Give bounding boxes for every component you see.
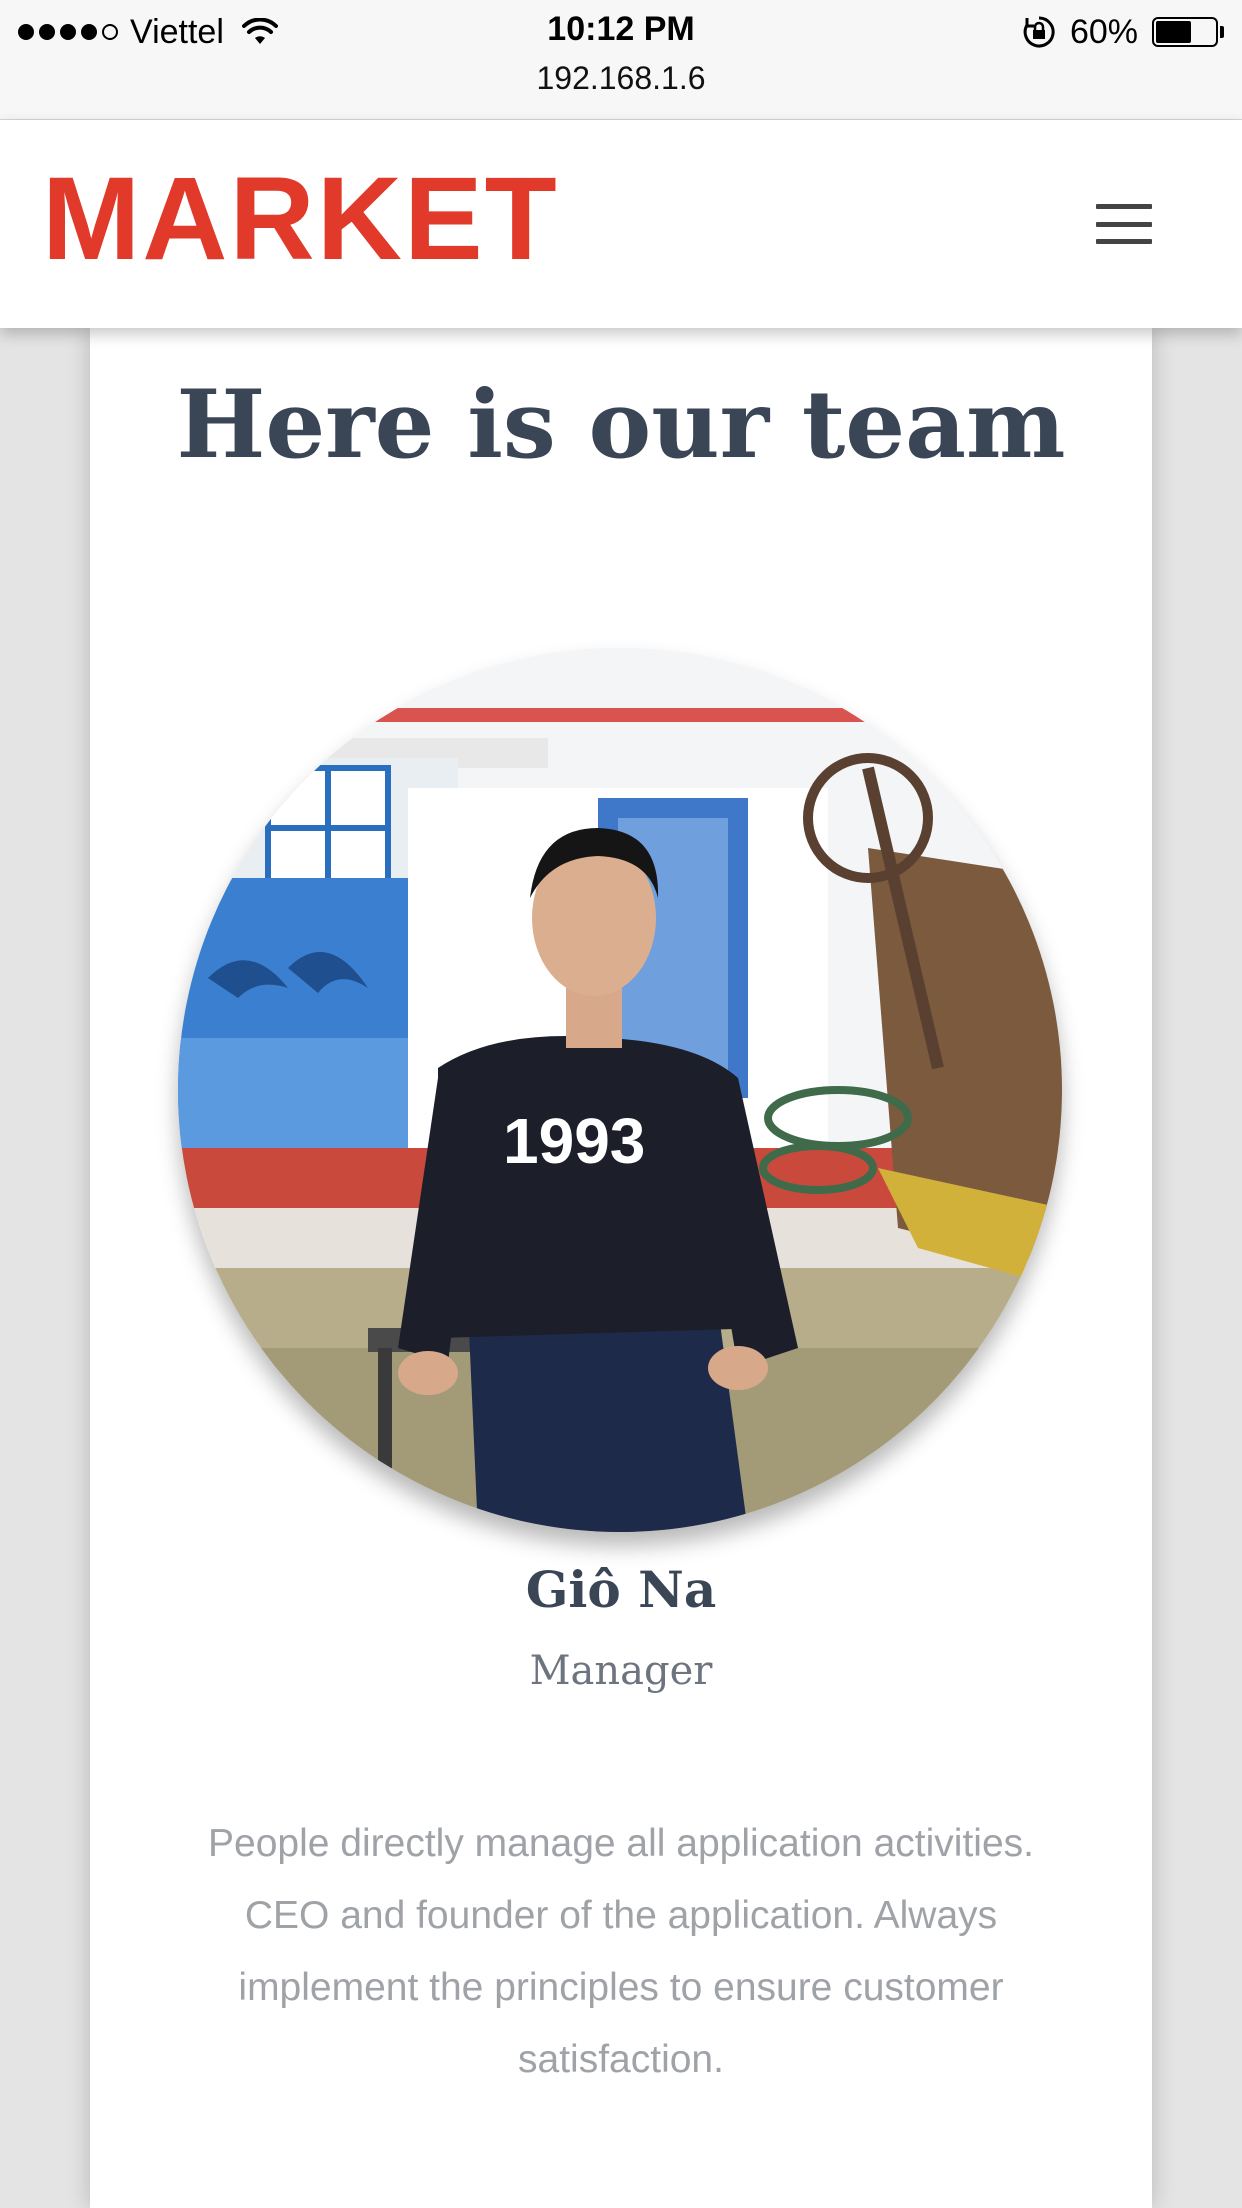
rotation-lock-icon [1023, 16, 1055, 48]
member-description: People directly manage all application a… [208, 1822, 1034, 2081]
battery-icon [1152, 17, 1224, 47]
team-member-photo: 1993 [178, 648, 1062, 1532]
photo-scene: 1993 [178, 648, 1062, 1532]
battery-info: 60% [1022, 10, 1224, 54]
member-name: Giô Na [525, 1560, 717, 1619]
shirt-print: 1993 [503, 1105, 645, 1177]
status-bar: Viettel 10:12 PM 192.168.1.6 60% [0, 0, 1242, 120]
section-title: Here is our team [176, 370, 1066, 480]
hamburger-menu-icon[interactable] [1096, 204, 1152, 244]
battery-percent: 60% [1069, 12, 1138, 51]
member-role: Manager [529, 1648, 713, 1694]
address-bar-url[interactable]: 192.168.1.6 [0, 60, 1242, 97]
site-header: MARKET [0, 120, 1242, 328]
market-logo[interactable]: MARKET [42, 160, 559, 278]
team-card: Here is our team 1993 Giô Na Manager Peo… [90, 328, 1152, 2208]
